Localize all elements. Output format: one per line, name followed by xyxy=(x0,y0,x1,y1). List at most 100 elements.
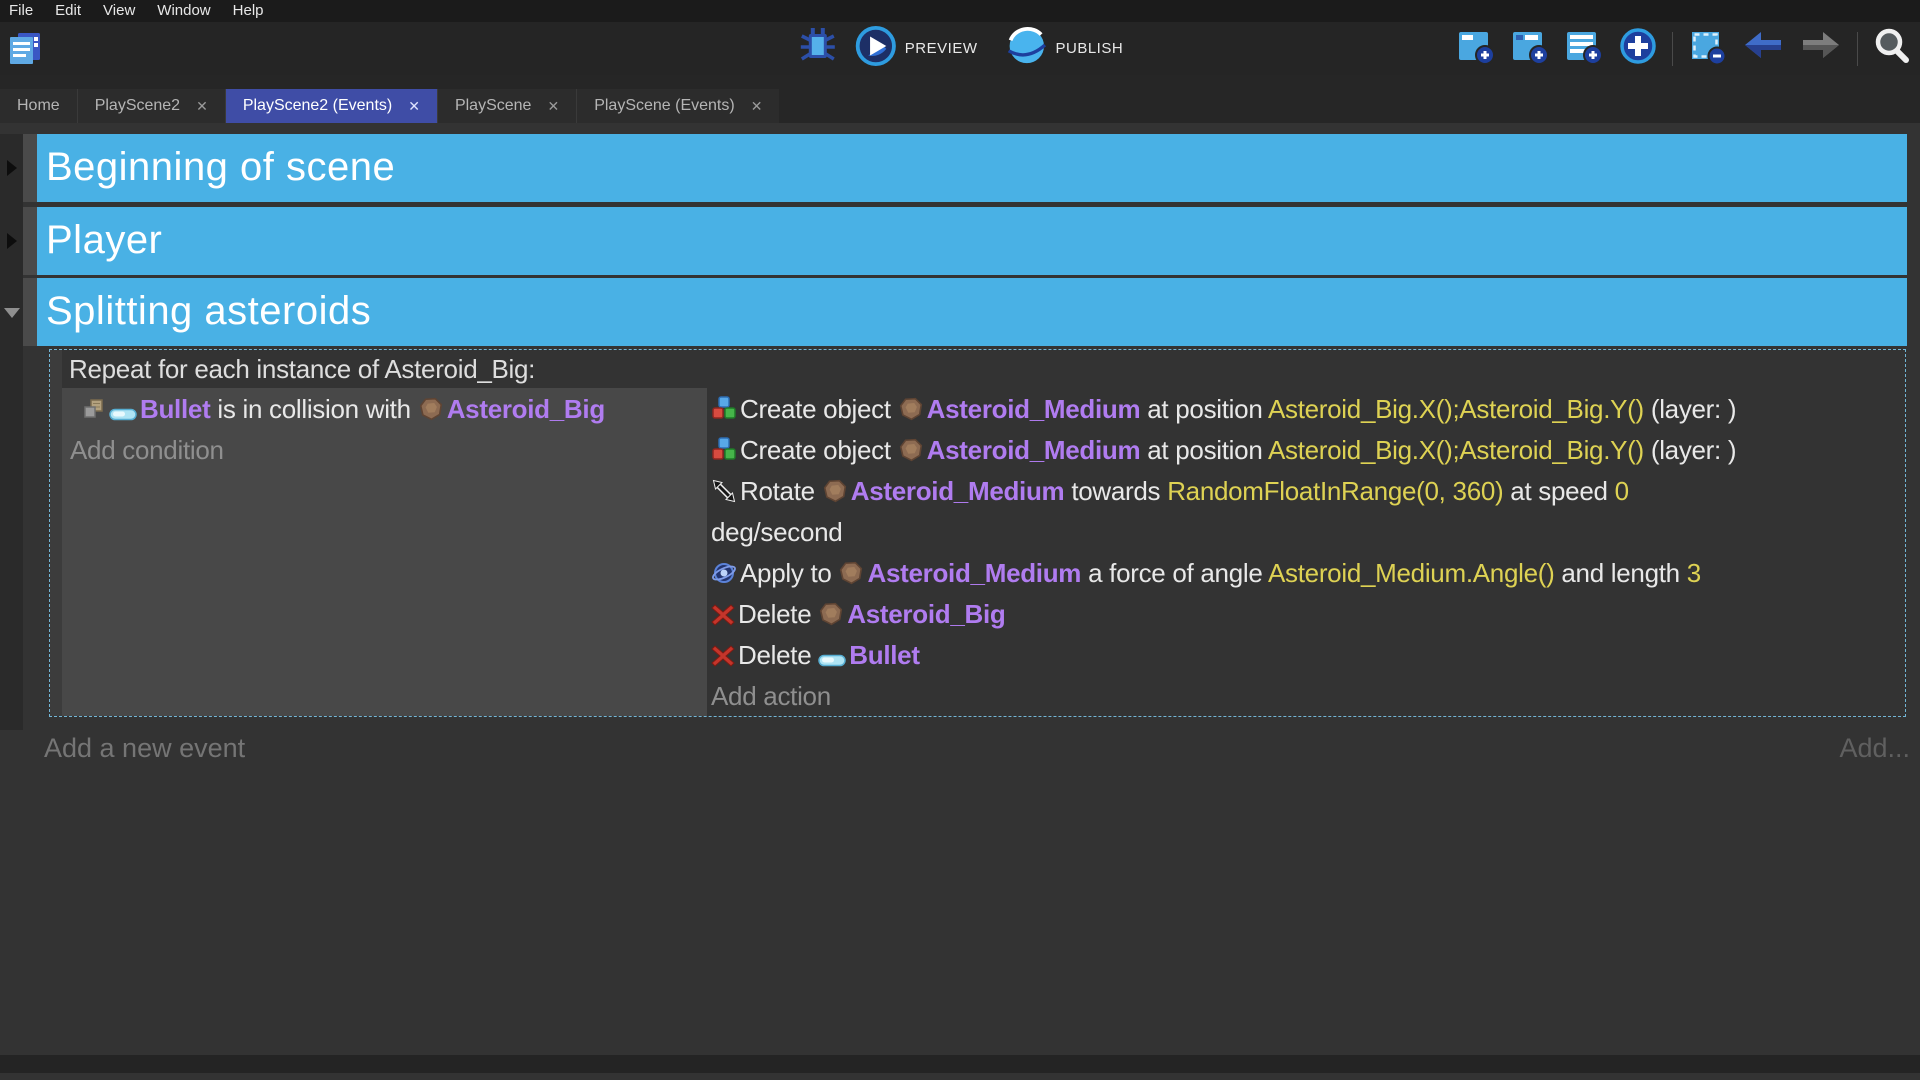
preview-label: PREVIEW xyxy=(905,40,978,57)
add-more-circle-icon[interactable] xyxy=(1618,26,1658,71)
event-content: Repeat for each instance of Asteroid_Big… xyxy=(62,350,1905,716)
text-segment: Asteroid_Big xyxy=(447,394,605,424)
text-segment: at speed xyxy=(1503,476,1614,506)
text-segment: a force of angle xyxy=(1081,558,1268,588)
text-segment: Asteroid_Medium xyxy=(927,394,1141,424)
menu-bar: FileEditViewWindowHelp xyxy=(0,0,1920,22)
group-gutter xyxy=(23,134,37,202)
create-object-icon xyxy=(711,389,737,430)
repeat-header[interactable]: Repeat for each instance of Asteroid_Big… xyxy=(62,350,1905,388)
asteroid-icon xyxy=(418,389,444,430)
tab-playscene2[interactable]: PlayScene2✕ xyxy=(77,89,225,123)
asteroid-icon xyxy=(898,389,924,430)
condition-row[interactable]: Bullet is in collision with Asteroid_Big xyxy=(70,389,707,430)
text-segment: Bullet xyxy=(140,394,210,424)
add-subevent-icon[interactable] xyxy=(1510,26,1550,71)
group-title[interactable]: Splitting asteroids xyxy=(37,278,1907,346)
text-segment: at position xyxy=(1140,394,1268,424)
action-row[interactable]: Create object Asteroid_Medium at positio… xyxy=(711,430,1905,471)
preview-button[interactable]: PREVIEW xyxy=(855,25,978,72)
debug-icon[interactable] xyxy=(797,26,839,71)
text-segment: Asteroid_Big.X();Asteroid_Big.Y() xyxy=(1268,394,1644,424)
asteroid-icon xyxy=(838,553,864,594)
bullet-icon xyxy=(818,635,846,676)
undo-icon[interactable] xyxy=(1741,26,1785,71)
text-segment: Delete xyxy=(738,640,818,670)
expanded-arrow-icon[interactable] xyxy=(0,278,23,346)
close-icon[interactable]: ✕ xyxy=(547,98,559,115)
text-segment: Asteroid_Medium.Angle() xyxy=(1268,558,1554,588)
tab-bar: HomePlayScene2✕PlayScene2 (Events)✕PlayS… xyxy=(0,75,1920,123)
menu-item-file[interactable]: File xyxy=(2,0,44,22)
tab-playscene-events-[interactable]: PlayScene (Events) ✕ xyxy=(576,89,779,123)
close-icon[interactable]: ✕ xyxy=(751,98,763,115)
event-group-player[interactable]: Player xyxy=(0,207,1920,275)
rotate-icon xyxy=(711,471,737,512)
collision-icon xyxy=(82,389,106,430)
text-segment: Asteroid_Big xyxy=(847,599,1005,629)
toolbar-separator xyxy=(1672,32,1673,66)
tab-home[interactable]: Home xyxy=(0,89,77,123)
event-group-splitting-asteroids[interactable]: Splitting asteroids xyxy=(0,278,1920,346)
publish-globe-icon xyxy=(1005,25,1047,72)
actions-panel: Create object Asteroid_Medium at positio… xyxy=(707,388,1905,716)
action-row[interactable]: Delete Asteroid_Big xyxy=(711,594,1905,635)
project-manager-icon xyxy=(6,54,43,71)
add-new-event-button[interactable]: Add a new event xyxy=(0,733,245,764)
group-gutter xyxy=(23,207,37,275)
clear-selection-icon[interactable] xyxy=(1687,26,1727,71)
add-condition-button[interactable]: Add condition xyxy=(70,430,707,471)
text-segment: is in collision with xyxy=(210,394,417,424)
group-title[interactable]: Player xyxy=(37,207,1907,275)
menu-item-window[interactable]: Window xyxy=(146,0,221,22)
bullet-icon xyxy=(109,389,137,430)
text-segment: Asteroid_Medium xyxy=(927,435,1141,465)
publish-button[interactable]: PUBLISH xyxy=(1005,25,1123,72)
collapsed-arrow-icon[interactable] xyxy=(0,207,23,275)
toolbar-right xyxy=(1456,22,1912,75)
add-comment-icon[interactable] xyxy=(1564,26,1604,71)
scrollbar-track-horizontal[interactable] xyxy=(0,1055,1920,1073)
text-segment: Apply to xyxy=(740,558,838,588)
collapsed-arrow-icon[interactable] xyxy=(0,134,23,202)
play-icon xyxy=(855,25,897,72)
text-segment: towards xyxy=(1064,476,1167,506)
condition-lines: Bullet is in collision with Asteroid_Big xyxy=(70,389,707,430)
menu-item-edit[interactable]: Edit xyxy=(44,0,92,22)
conditions-panel: Bullet is in collision with Asteroid_Big… xyxy=(62,388,707,716)
close-icon[interactable]: ✕ xyxy=(196,98,208,115)
publish-label: PUBLISH xyxy=(1055,40,1123,57)
toolbar-center: PREVIEW PUBLISH xyxy=(797,25,1123,72)
text-segment: and length xyxy=(1554,558,1686,588)
asteroid-icon xyxy=(818,594,844,635)
action-row[interactable]: Create object Asteroid_Medium at positio… xyxy=(711,389,1905,430)
group-gutter xyxy=(23,278,37,346)
menu-item-view[interactable]: View xyxy=(92,0,146,22)
toolbar: PREVIEW PUBLISH xyxy=(0,22,1920,75)
tab-label: PlayScene (Events) xyxy=(594,97,735,115)
action-row[interactable]: Apply to Asteroid_Medium a force of angl… xyxy=(711,553,1905,594)
group-title[interactable]: Beginning of scene xyxy=(37,134,1907,202)
text-segment: Delete xyxy=(738,599,818,629)
text-segment: (layer: ) xyxy=(1644,435,1736,465)
add-more-button[interactable]: Add... xyxy=(1839,733,1920,764)
close-icon[interactable]: ✕ xyxy=(408,98,420,115)
tab-label: PlayScene xyxy=(455,97,532,115)
add-action-button[interactable]: Add action xyxy=(711,676,1905,716)
project-manager-button[interactable] xyxy=(6,30,43,72)
action-row[interactable]: Delete Bullet xyxy=(711,635,1905,676)
event-group-beginning-of-scene[interactable]: Beginning of scene xyxy=(0,134,1920,202)
search-icon[interactable] xyxy=(1872,26,1912,71)
repeat-event-block[interactable]: Repeat for each instance of Asteroid_Big… xyxy=(49,349,1906,717)
asteroid-icon xyxy=(898,430,924,471)
tab-playscene2-events-[interactable]: PlayScene2 (Events)✕ xyxy=(225,89,437,123)
menu-item-help[interactable]: Help xyxy=(222,0,275,22)
action-row[interactable]: Rotate Asteroid_Medium towards RandomFlo… xyxy=(711,471,1905,553)
tab-playscene[interactable]: PlayScene ✕ xyxy=(437,89,576,123)
tab-label: Home xyxy=(17,97,60,115)
redo-icon[interactable] xyxy=(1799,26,1843,71)
add-event-icon[interactable] xyxy=(1456,26,1496,71)
text-segment: RandomFloatInRange(0, 360) xyxy=(1167,476,1503,506)
asteroid-icon xyxy=(822,471,848,512)
text-segment: Create object xyxy=(740,394,898,424)
